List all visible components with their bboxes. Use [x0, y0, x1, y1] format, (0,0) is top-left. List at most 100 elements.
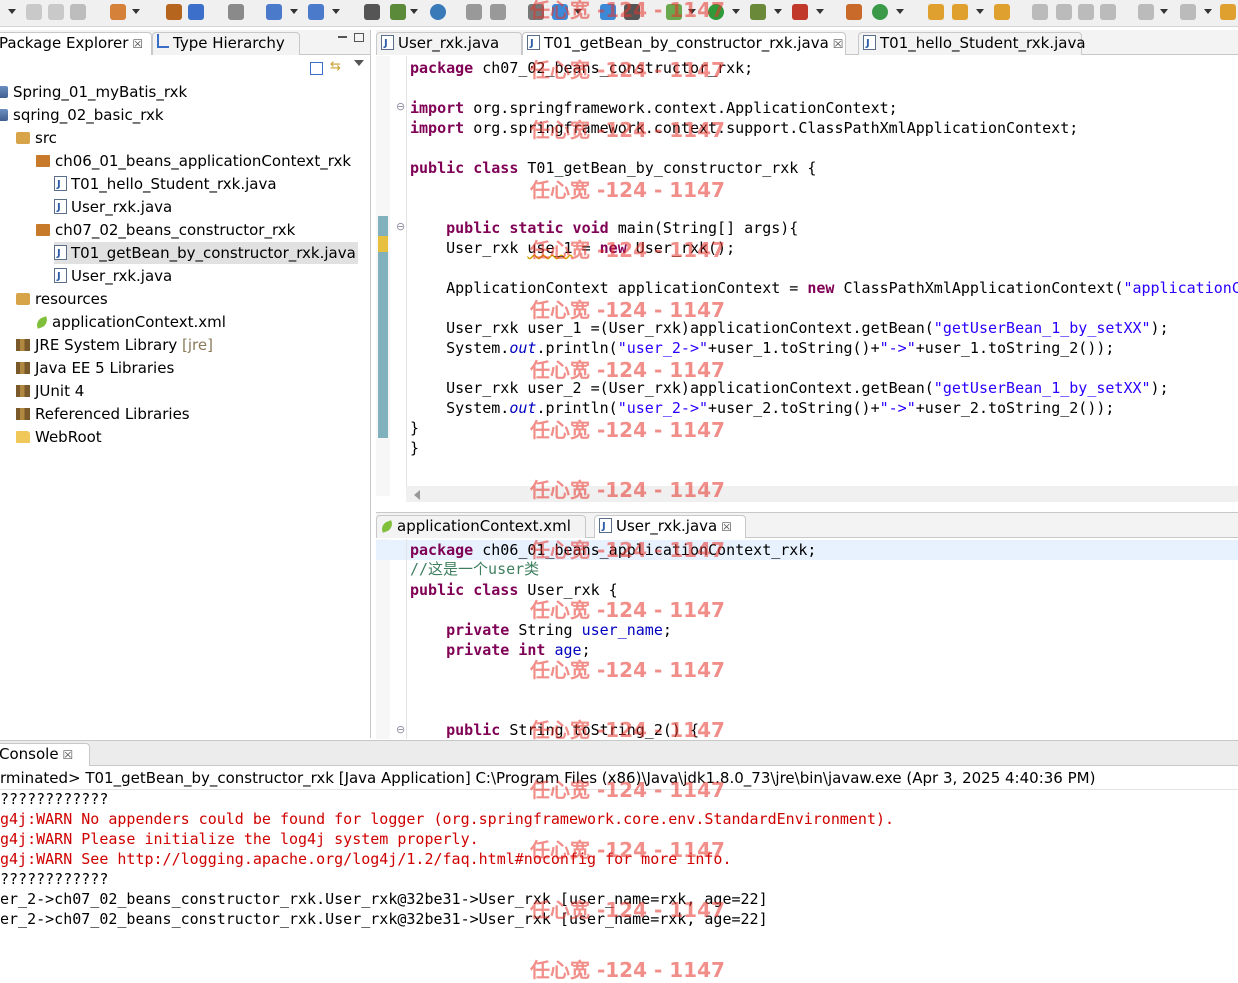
code-comment[interactable]: //这是一个user类	[410, 559, 539, 579]
tree-item-library[interactable]: JUnit 4	[16, 380, 84, 402]
tree-item-project[interactable]: sqring_02_basic_rxk	[0, 104, 164, 126]
dropdown-arrow-icon[interactable]	[290, 9, 298, 14]
new-class-icon[interactable]	[872, 4, 888, 20]
block-selection-icon[interactable]	[1078, 4, 1094, 20]
dropdown-arrow-icon[interactable]	[732, 9, 740, 14]
save-all-icon[interactable]	[48, 4, 64, 20]
prev-annotation-icon[interactable]	[1180, 4, 1196, 20]
java-file-icon	[54, 266, 67, 288]
tree-item-file[interactable]: applicationContext.xml	[34, 311, 226, 333]
tree-item-file[interactable]: User_rxk.java	[54, 196, 172, 219]
tree-item-package[interactable]: ch07_02_beans_constructor_rxk	[36, 219, 295, 241]
collapse-all-icon[interactable]	[310, 62, 323, 75]
tree-item-library[interactable]: Referenced Libraries	[16, 403, 190, 425]
tab-package-explorer[interactable]: Package Explorer ☒	[0, 32, 152, 55]
dropdown-arrow-icon[interactable]	[1160, 9, 1168, 14]
fold-icon[interactable]: ⊖	[396, 220, 405, 233]
pencil-icon[interactable]	[952, 4, 968, 20]
java-file-icon	[863, 33, 876, 54]
search-refs-icon[interactable]	[308, 4, 324, 20]
new-package-icon[interactable]	[846, 4, 862, 20]
close-icon[interactable]: ☒	[833, 37, 844, 51]
tree-item-library[interactable]: Java EE 5 Libraries	[16, 357, 174, 379]
fold-icon[interactable]: ⊖	[396, 723, 405, 736]
dropdown-arrow-icon[interactable]	[774, 9, 782, 14]
tree-item-label: Referenced Libraries	[35, 405, 190, 423]
close-icon[interactable]: ☒	[63, 748, 74, 762]
open-folder-icon[interactable]	[928, 4, 944, 20]
scroll-left-icon[interactable]	[414, 490, 420, 500]
dropdown-arrow-icon[interactable]	[976, 9, 984, 14]
tree-item-src[interactable]: src	[16, 127, 57, 149]
paragraph-icon[interactable]	[1100, 4, 1116, 20]
print-icon[interactable]	[70, 4, 86, 20]
code-line[interactable]: User_rxk user_2 =(User_rxk)applicationCo…	[410, 378, 1169, 398]
task-icon[interactable]	[466, 4, 482, 20]
code-line[interactable]: System.out.println("user_2->"+user_1.toS…	[410, 338, 1114, 358]
code-line[interactable]: }	[410, 418, 419, 438]
dropdown-arrow-icon[interactable]	[896, 9, 904, 14]
tree-item-project[interactable]: Spring_01_myBatis_rxk	[0, 81, 187, 103]
server-icon[interactable]	[390, 4, 406, 20]
tab-console[interactable]: Console ☒	[0, 743, 90, 766]
tree-item-resources[interactable]: resources	[16, 288, 108, 310]
new-wizard-icon[interactable]	[110, 4, 126, 20]
tree-item-file[interactable]: User_rxk.java	[54, 265, 172, 288]
code-line[interactable]: User_rxk user_1 =(User_rxk)applicationCo…	[410, 318, 1169, 338]
maximize-icon[interactable]	[354, 33, 364, 42]
coverage-icon[interactable]	[750, 4, 766, 20]
code-keyword: package	[410, 59, 474, 77]
warning-marker-icon	[378, 236, 388, 252]
tab-type-hierarchy[interactable]: Type Hierarchy	[152, 32, 300, 55]
code-text: +user_2.toString()+	[708, 399, 880, 417]
code-keyword: package	[410, 541, 474, 559]
code-line[interactable]: System.out.println("user_2->"+user_2.toS…	[410, 398, 1114, 418]
dropdown-arrow-icon[interactable]	[410, 9, 418, 14]
tab-user-rxk[interactable]: User_rxk.java	[376, 32, 522, 55]
annotation-icon[interactable]	[490, 4, 506, 20]
open-resource-icon[interactable]	[188, 4, 204, 20]
deploy-icon[interactable]	[364, 4, 380, 20]
tab-t01-getbean[interactable]: T01_getBean_by_constructor_rxk.java ☒	[522, 32, 846, 55]
external-run-icon[interactable]	[792, 4, 808, 20]
link-editor-icon[interactable]: ⇆	[330, 60, 344, 74]
console-line-warn: g4j:WARN No appenders could be found for…	[0, 810, 895, 828]
close-icon[interactable]: ☒	[721, 520, 732, 534]
next-annotation-icon[interactable]	[1138, 4, 1154, 20]
code-line[interactable]: }	[410, 438, 419, 458]
tree-item-file[interactable]: T01_hello_Student_rxk.java	[54, 173, 277, 196]
code-line[interactable]: import org.springframework.context.suppo…	[410, 118, 1078, 138]
code-line[interactable]: private String user_name;	[410, 620, 672, 640]
tab-t01-hello[interactable]: T01_hello_Student_rxk.java	[858, 32, 1086, 55]
open-console-icon[interactable]	[228, 4, 244, 20]
dropdown-arrow-icon[interactable]	[8, 9, 16, 14]
tree-item-package[interactable]: ch06_01_beans_applicationContext_rxk	[36, 150, 351, 172]
library-icon	[16, 385, 30, 397]
editor-top-panel: User_rxk.java T01_getBean_by_constructor…	[376, 30, 1238, 510]
dropdown-arrow-icon[interactable]	[816, 9, 824, 14]
close-icon[interactable]: ☒	[132, 37, 143, 51]
library-icon	[16, 362, 30, 374]
edit-icon[interactable]	[1056, 4, 1072, 20]
tree-item-library[interactable]: JRE System Library [jre]	[16, 334, 213, 356]
save-icon[interactable]	[26, 4, 42, 20]
dropdown-arrow-icon[interactable]	[132, 9, 140, 14]
folder-icon[interactable]	[994, 4, 1010, 20]
watermark: 任心宽 -124 - 1147	[530, 718, 725, 742]
open-type-icon[interactable]	[166, 4, 182, 20]
dropdown-arrow-icon[interactable]	[332, 9, 340, 14]
dropdown-arrow-icon[interactable]	[1204, 9, 1212, 14]
search-icon[interactable]	[266, 4, 282, 20]
gutter-separator	[406, 56, 407, 496]
library-icon	[16, 339, 30, 351]
globe-icon[interactable]	[430, 4, 446, 20]
minimize-icon[interactable]	[338, 36, 347, 38]
pin-icon[interactable]	[1032, 4, 1048, 20]
code-text: +user_1.toString_2());	[915, 339, 1115, 357]
tree-item-label: WebRoot	[35, 428, 102, 446]
tree-item-folder[interactable]: WebRoot	[16, 426, 102, 448]
tree-item-file-selected[interactable]: T01_getBean_by_constructor_rxk.java	[54, 242, 358, 265]
view-menu-icon[interactable]	[354, 60, 364, 66]
fold-icon[interactable]: ⊖	[396, 100, 405, 113]
back-icon[interactable]	[1220, 4, 1236, 20]
